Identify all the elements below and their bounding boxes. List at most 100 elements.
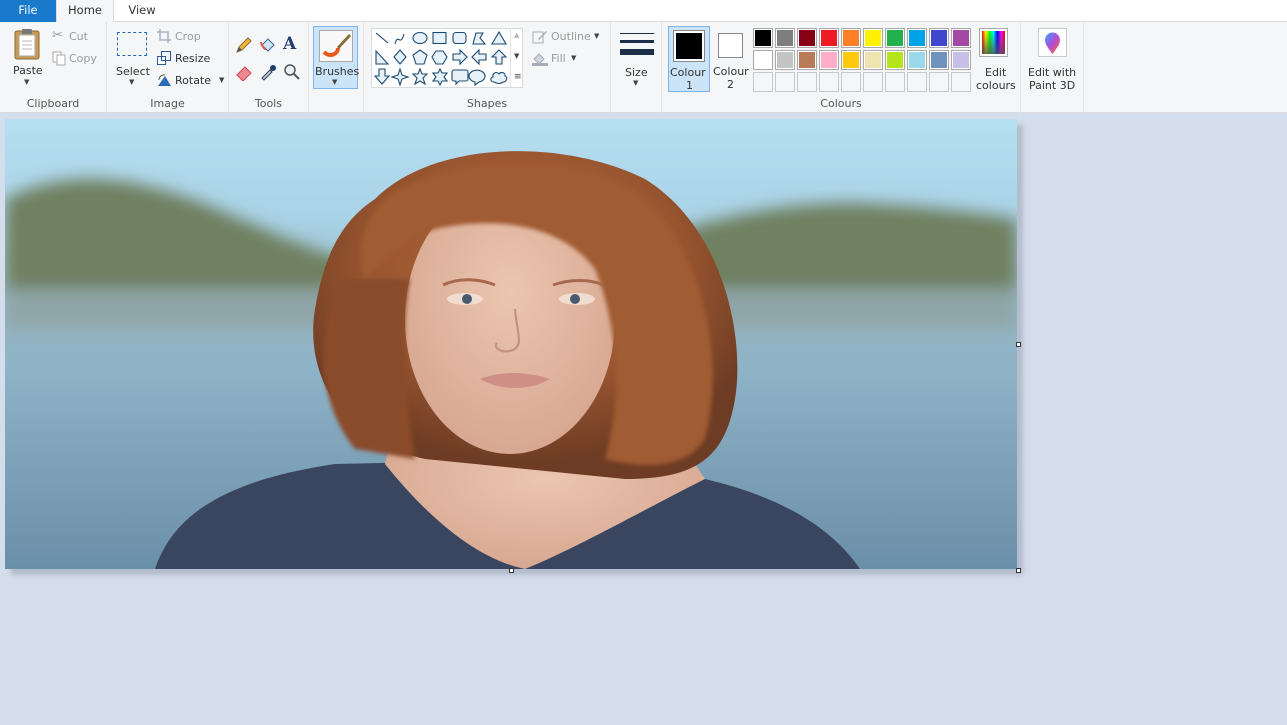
portrait-photo — [5, 119, 1017, 569]
palette-swatch[interactable] — [841, 28, 861, 48]
crop-button[interactable]: Crop — [157, 28, 221, 46]
custom-colour-slot[interactable] — [929, 72, 949, 92]
image-group-label: Image — [150, 97, 185, 110]
brushes-dropdown-icon[interactable]: ▼ — [332, 78, 337, 86]
rotate-dropdown-icon[interactable]: ▼ — [219, 76, 224, 84]
curve-shape-icon — [394, 33, 405, 45]
pencil-icon[interactable] — [235, 36, 253, 54]
custom-colour-slot[interactable] — [951, 72, 971, 92]
palette-swatch[interactable] — [775, 28, 795, 48]
brushes-button[interactable]: Brushes ▼ — [313, 26, 359, 89]
magnifier-icon[interactable] — [283, 63, 301, 81]
outline-label: Outline — [551, 30, 591, 43]
six-point-star-shape-icon — [431, 67, 449, 87]
crop-icon — [157, 29, 171, 43]
palette-swatch[interactable] — [951, 28, 971, 48]
palette-swatch[interactable] — [885, 28, 905, 48]
colour-picker-icon[interactable] — [259, 63, 277, 81]
palette-swatch[interactable] — [753, 28, 773, 48]
colours-group: Colour 1 Colour 2 Edit colours Colours — [662, 22, 1021, 113]
custom-colour-slot[interactable] — [885, 72, 905, 92]
resize-button[interactable]: Resize — [157, 50, 221, 68]
size-button[interactable]: Size ▼ — [617, 26, 657, 90]
up-arrow-shape-icon — [490, 49, 508, 65]
shapes-gallery-scrollbar[interactable]: ▲ ▼ ≡ — [510, 28, 523, 88]
custom-colour-slot[interactable] — [841, 72, 861, 92]
scissors-icon: ✂ — [52, 28, 63, 43]
resize-handle-corner[interactable] — [1016, 568, 1021, 573]
palette-swatch[interactable] — [753, 50, 773, 70]
copy-label: Copy — [69, 52, 97, 65]
fill-button[interactable]: Fill ▼ — [532, 50, 592, 68]
palette-swatch[interactable] — [863, 50, 883, 70]
palette-swatch[interactable] — [797, 50, 817, 70]
shapes-gallery[interactable] — [371, 28, 523, 88]
diamond-shape-icon — [393, 49, 407, 65]
paint3d-icon — [1038, 28, 1067, 57]
colour-palette — [753, 28, 973, 94]
gallery-expand-icon[interactable]: ≡ — [514, 72, 522, 82]
paste-dropdown-icon[interactable]: ▼ — [24, 78, 29, 86]
custom-colour-slot[interactable] — [907, 72, 927, 92]
cut-button[interactable]: ✂ Cut — [52, 28, 102, 46]
right-triangle-shape-icon — [375, 49, 390, 65]
palette-swatch[interactable] — [819, 50, 839, 70]
gallery-scroll-up-icon[interactable]: ▲ — [514, 31, 519, 39]
image-group: Select ▼ Crop Resize Rotate ▼ Image — [107, 22, 229, 113]
palette-swatch[interactable] — [819, 28, 839, 48]
cut-label: Cut — [69, 30, 88, 43]
custom-colour-slot[interactable] — [863, 72, 883, 92]
custom-colour-slot[interactable] — [797, 72, 817, 92]
pentagon-shape-icon — [412, 49, 428, 65]
tab-file[interactable]: File — [0, 0, 56, 22]
line-shape-icon — [375, 32, 389, 44]
palette-swatch[interactable] — [863, 28, 883, 48]
colour1-number: 1 — [686, 79, 693, 92]
gallery-scroll-down-icon[interactable]: ▼ — [514, 52, 519, 60]
palette-swatch[interactable] — [951, 50, 971, 70]
custom-colour-slot[interactable] — [753, 72, 773, 92]
rotate-button[interactable]: Rotate ▼ — [157, 72, 227, 90]
text-tool-icon[interactable]: A — [283, 34, 296, 54]
palette-swatch[interactable] — [929, 50, 949, 70]
copy-button[interactable]: Copy — [52, 50, 102, 68]
clipboard-group-label: Clipboard — [26, 97, 80, 110]
palette-swatch[interactable] — [841, 50, 861, 70]
clipboard-icon — [14, 29, 40, 60]
clipboard-group: Paste ▼ ✂ Cut Copy Clipboard — [0, 22, 107, 113]
size-dropdown-icon[interactable]: ▼ — [633, 79, 638, 87]
rectangle-shape-icon — [432, 31, 447, 45]
colour1-selector[interactable]: Colour 1 — [668, 26, 710, 92]
outline-pen-icon — [532, 31, 547, 44]
colour2-selector[interactable]: Colour 2 — [712, 26, 752, 92]
edit-with-paint3d-button[interactable]: Edit with Paint 3D — [1025, 28, 1081, 92]
palette-swatch[interactable] — [775, 50, 795, 70]
resize-label: Resize — [175, 52, 211, 65]
paste-button[interactable]: Paste ▼ — [6, 26, 48, 90]
cloud-callout-shape-icon — [490, 71, 508, 85]
resize-handle-right[interactable] — [1016, 342, 1021, 347]
fill-dropdown-icon[interactable]: ▼ — [571, 54, 576, 62]
canvas-workspace[interactable] — [0, 114, 1287, 725]
palette-swatch[interactable] — [907, 28, 927, 48]
palette-swatch[interactable] — [885, 50, 905, 70]
resize-handle-bottom[interactable] — [509, 568, 514, 573]
custom-colour-slot[interactable] — [819, 72, 839, 92]
fill-label: Fill — [551, 52, 566, 65]
palette-swatch[interactable] — [797, 28, 817, 48]
outline-dropdown-icon[interactable]: ▼ — [594, 32, 599, 40]
palette-swatch[interactable] — [929, 28, 949, 48]
outline-button[interactable]: Outline ▼ — [532, 28, 604, 46]
select-dropdown-icon[interactable]: ▼ — [129, 78, 134, 86]
brush-icon — [319, 30, 353, 62]
fill-bucket-small-icon — [532, 53, 548, 66]
tab-home[interactable]: Home — [56, 0, 114, 23]
select-button[interactable]: Select ▼ — [113, 28, 151, 90]
eraser-icon[interactable] — [235, 63, 253, 81]
edit-colours-button[interactable]: Edit colours — [976, 28, 1018, 94]
palette-swatch[interactable] — [907, 50, 927, 70]
tab-view[interactable]: View — [114, 0, 170, 22]
custom-colour-slot[interactable] — [775, 72, 795, 92]
canvas-image[interactable] — [5, 119, 1017, 569]
fill-bucket-icon[interactable] — [259, 36, 277, 54]
